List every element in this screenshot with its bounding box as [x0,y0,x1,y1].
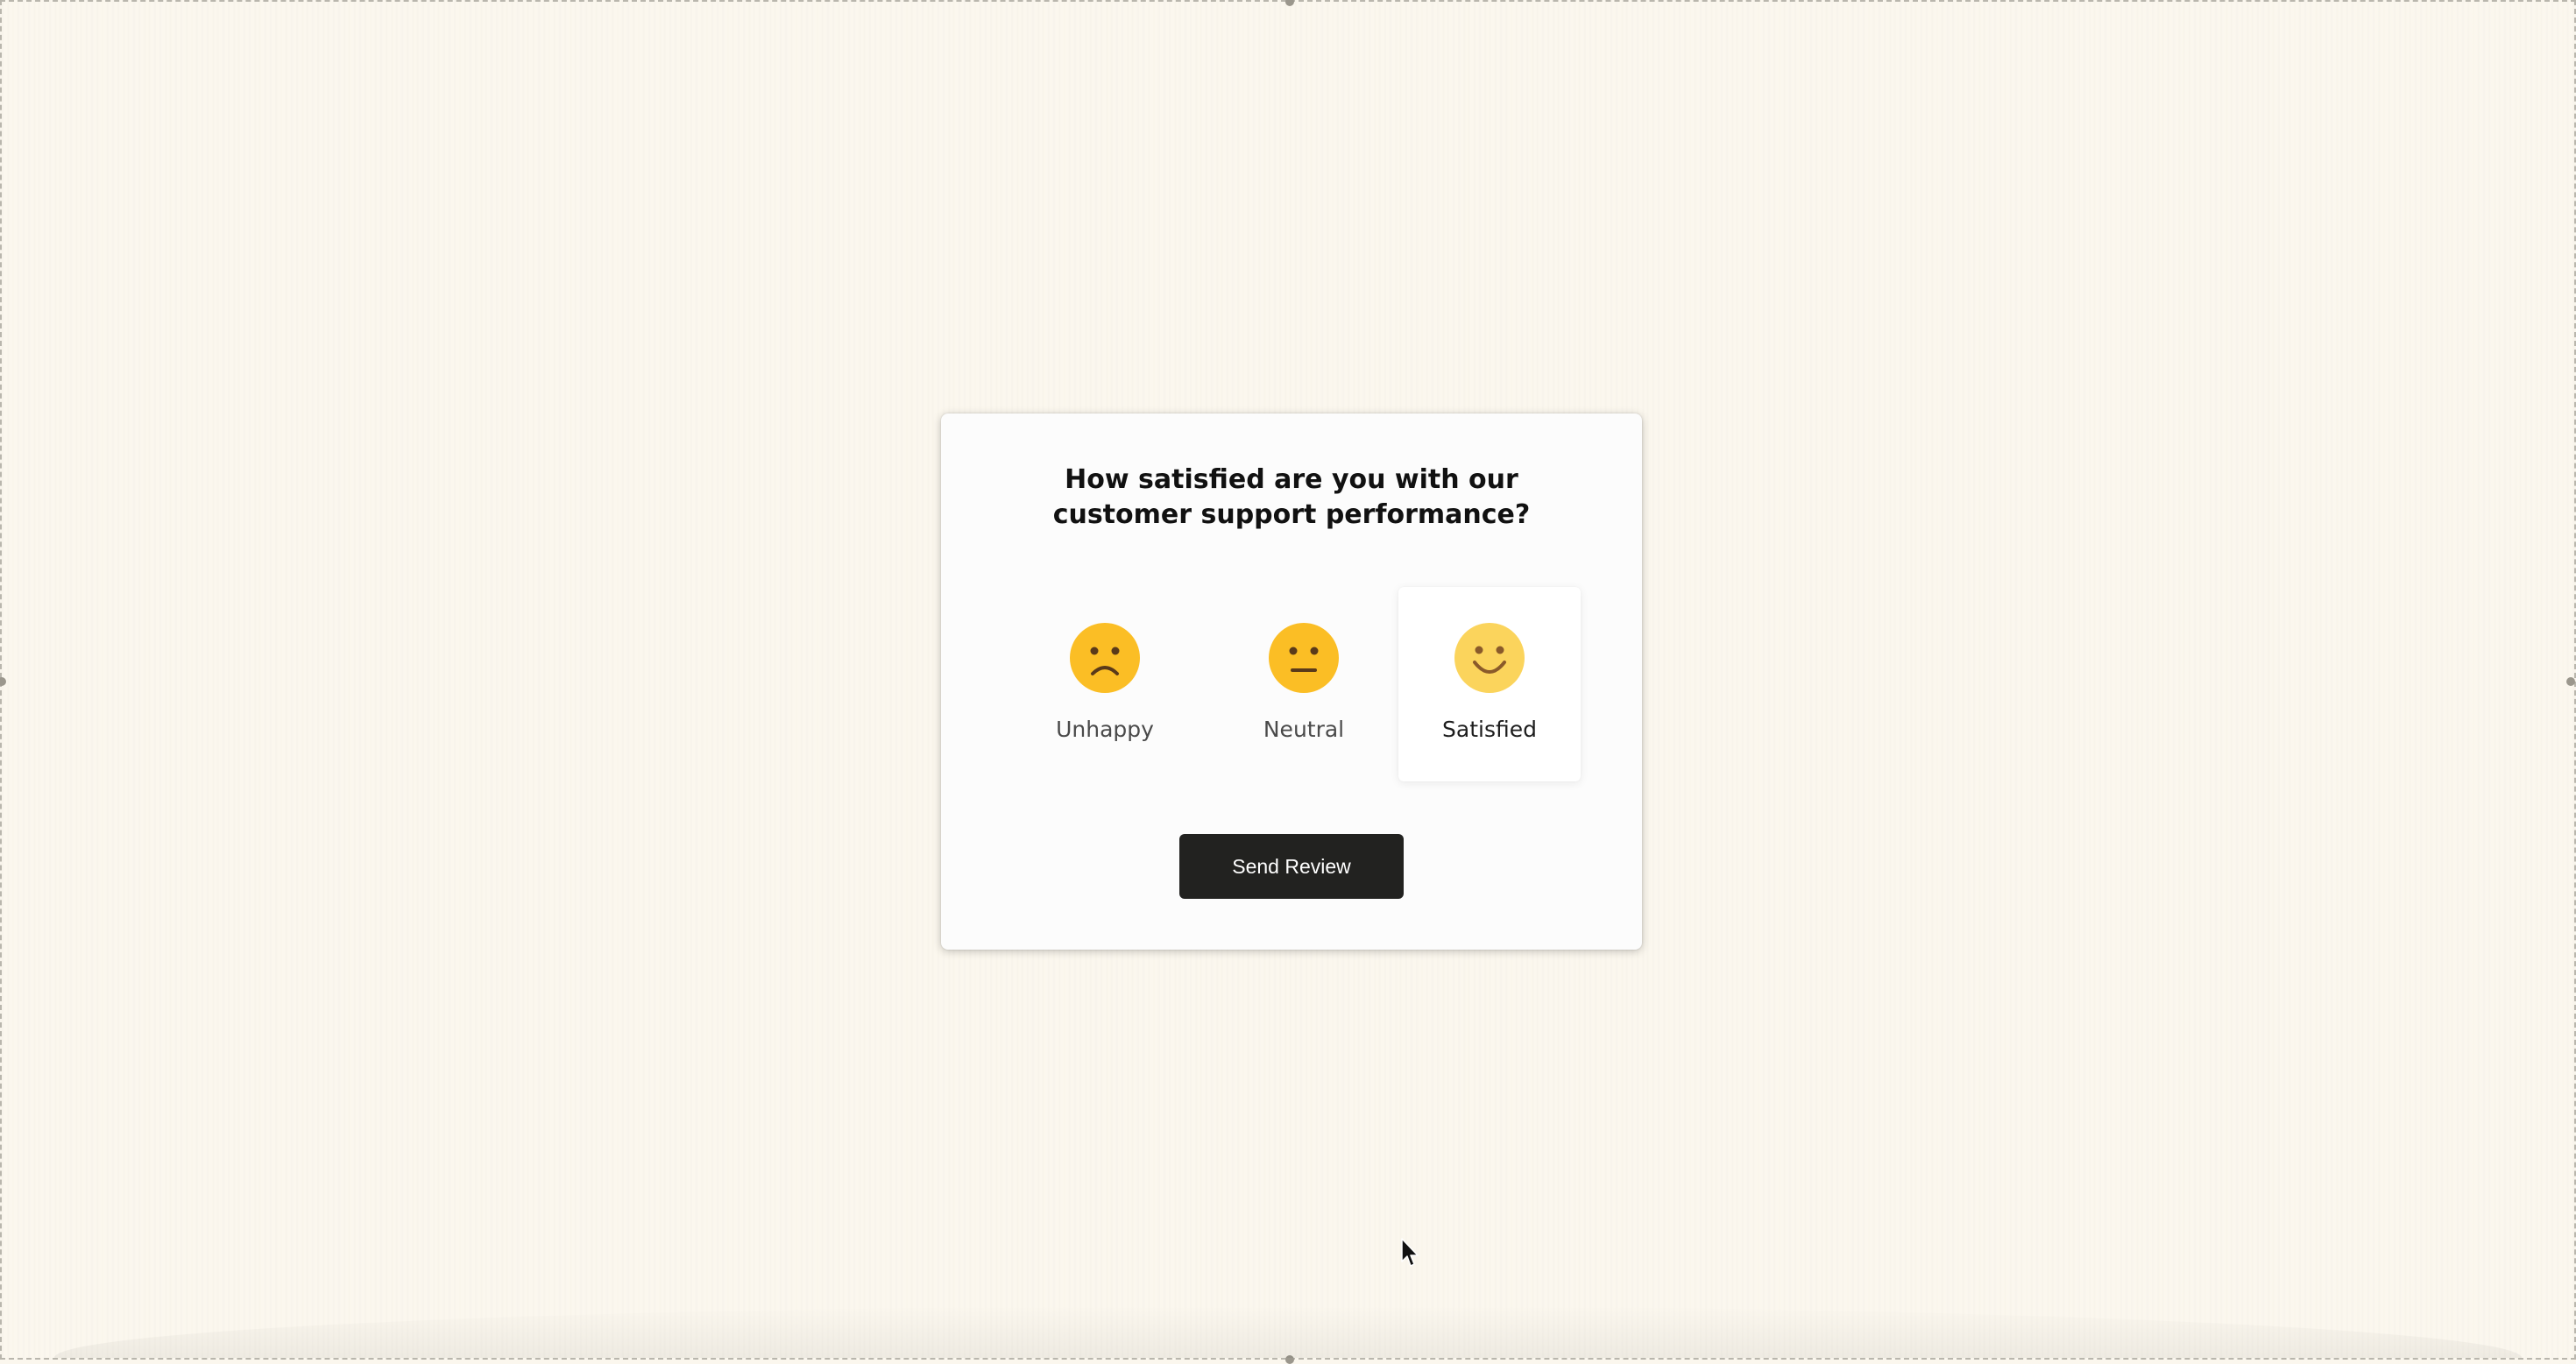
resize-handle-left[interactable] [0,677,6,686]
rating-option-label: Satisfied [1442,717,1537,742]
feedback-card: How satisfied are you with our customer … [941,413,1642,950]
sad-face-icon [1070,623,1140,693]
bottom-shadow [54,1305,2522,1358]
rating-option-satisfied[interactable]: Satisfied [1398,587,1581,781]
page-canvas: How satisfied are you with our customer … [0,0,2576,1364]
send-review-button[interactable]: Send Review [1179,834,1404,899]
rating-option-neutral[interactable]: Neutral [1213,587,1395,781]
survey-question-line-2: customer support performance? [1052,499,1531,530]
resize-handle-right[interactable] [2566,677,2575,686]
survey-question-line-1: How satisfied are you with our [1065,464,1518,495]
rating-option-label: Neutral [1263,717,1345,742]
smiling-face-icon [1454,623,1525,693]
neutral-face-icon [1269,623,1339,693]
mouse-cursor-icon [1401,1238,1419,1267]
rating-option-label: Unhappy [1056,717,1154,742]
rating-options: Unhappy Neutral Satisfied [941,587,1642,781]
resize-handle-top[interactable] [1285,0,1294,6]
survey-question: How satisfied are you with our customer … [941,463,1642,533]
rating-option-unhappy[interactable]: Unhappy [1014,587,1196,781]
